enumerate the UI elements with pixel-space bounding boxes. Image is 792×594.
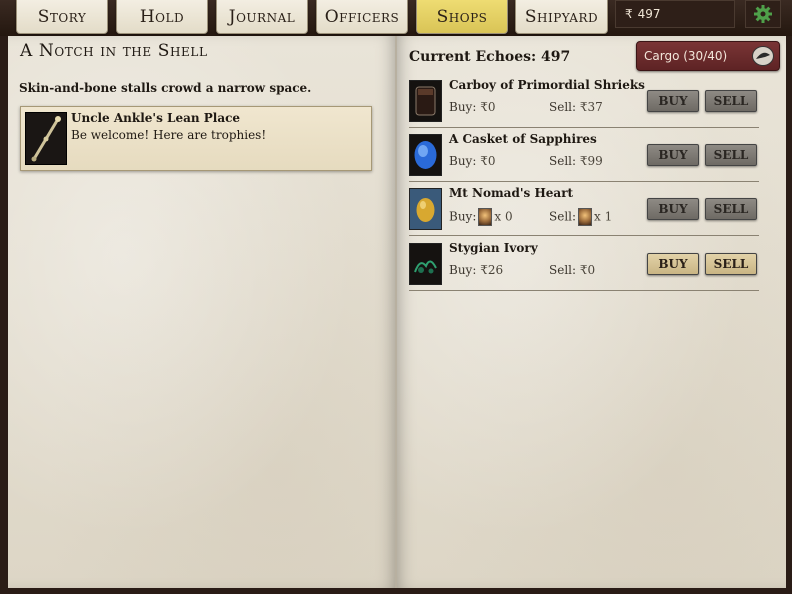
- right-page: Current Echoes: 497 Cargo (30/40) Carboy…: [397, 36, 786, 588]
- vendor-image: [25, 112, 67, 165]
- echoes-display: ₹ 497: [615, 0, 735, 28]
- buy-price: Buy: x 0: [449, 208, 513, 226]
- heart-token-icon: [478, 208, 493, 226]
- vendor-card[interactable]: Uncle Ankle's Lean Place Be welcome! Her…: [20, 106, 372, 171]
- sell-price: Sell: x 1: [549, 208, 612, 226]
- buy-button[interactable]: BUY: [647, 198, 699, 220]
- item-name: Mt Nomad's Heart: [449, 186, 574, 200]
- item-name: A Casket of Sapphires: [449, 132, 597, 146]
- shop-item-row: Mt Nomad's Heart Buy: x 0 Sell: x 1 BUY SE…: [409, 184, 759, 236]
- shop-description: Skin-and-bone stalls crowd a narrow spac…: [19, 81, 312, 95]
- cargo-icon: [752, 46, 774, 66]
- cargo-label: Cargo (30/40): [644, 49, 728, 63]
- sell-button[interactable]: SELL: [705, 144, 757, 166]
- sell-button[interactable]: SELL: [705, 90, 757, 112]
- buy-button[interactable]: BUY: [647, 253, 699, 275]
- shop-item-row: Stygian Ivory Buy: ₹26 Sell: ₹0 BUY SELL: [409, 239, 759, 291]
- sell-price: Sell: ₹99: [549, 154, 603, 168]
- currency-icon: ₹: [625, 7, 633, 21]
- sapphire-icon: [409, 134, 442, 176]
- carboy-icon: [409, 80, 442, 122]
- sell-button[interactable]: SELL: [705, 253, 757, 275]
- item-name: Stygian Ivory: [449, 241, 538, 255]
- egg-icon: [409, 188, 442, 230]
- left-page: A Notch in the Shell Skin-and-bone stall…: [8, 36, 397, 588]
- tab-officers[interactable]: Officers: [316, 0, 408, 34]
- item-name: Carboy of Primordial Shrieks: [449, 78, 645, 92]
- buy-button[interactable]: BUY: [647, 144, 699, 166]
- shop-item-row: A Casket of Sapphires Buy: ₹0 Sell: ₹99 …: [409, 130, 759, 182]
- echoes-value: 497: [637, 7, 661, 21]
- heart-token-icon: [578, 208, 593, 226]
- cargo-button[interactable]: Cargo (30/40): [636, 41, 780, 71]
- buy-price: Buy: ₹0: [449, 154, 496, 168]
- tab-story[interactable]: Story: [16, 0, 108, 34]
- tab-shipyard[interactable]: Shipyard: [515, 0, 608, 34]
- tab-hold[interactable]: Hold: [116, 0, 208, 34]
- buy-button[interactable]: BUY: [647, 90, 699, 112]
- tab-shops[interactable]: Shops: [416, 0, 508, 34]
- tab-journal[interactable]: Journal: [216, 0, 308, 34]
- vendor-name: Uncle Ankle's Lean Place: [71, 111, 241, 125]
- sell-button[interactable]: SELL: [705, 198, 757, 220]
- buy-price: Buy: ₹26: [449, 263, 504, 277]
- bone-staff-icon: [31, 116, 61, 162]
- sell-price: Sell: ₹37: [549, 100, 603, 114]
- current-echoes: Current Echoes: 497: [409, 49, 571, 65]
- sell-price: Sell: ₹0: [549, 263, 596, 277]
- buy-price: Buy: ₹0: [449, 100, 496, 114]
- vendor-greeting: Be welcome! Here are trophies!: [71, 128, 267, 142]
- ivory-icon: [409, 243, 442, 285]
- gear-icon: [754, 5, 772, 23]
- settings-button[interactable]: [745, 0, 781, 28]
- shop-title: A Notch in the Shell: [20, 41, 208, 61]
- shop-item-row: Carboy of Primordial Shrieks Buy: ₹0 Sel…: [409, 76, 759, 128]
